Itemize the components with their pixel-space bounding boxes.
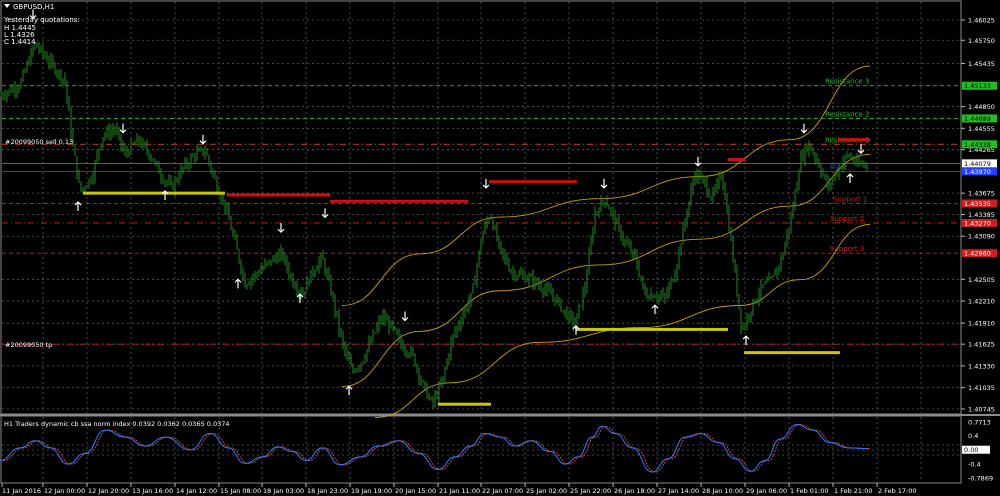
oscillator: 0.7713 0.4 0.00 -0.4 -0.7869: [0, 419, 993, 483]
level-label-resistance_2: Resistance 2: [825, 110, 869, 118]
price-tick-label: 1.41035: [968, 384, 995, 392]
price-tick-label: 1.42505: [968, 276, 995, 284]
price-tick-label: 1.41625: [968, 341, 995, 349]
price-tick-label: 1.43675: [968, 190, 995, 198]
price-tick-label: 1.45750: [968, 37, 995, 45]
arrow-down-icon: [321, 208, 329, 219]
time-tick-label: 29 Jan 06:00: [746, 487, 787, 495]
zone-sell: [838, 138, 870, 142]
arrow-down-icon: [199, 134, 207, 145]
time-tick-label: 25 Jan 02:00: [526, 487, 567, 495]
arrow-down-icon: [119, 123, 127, 134]
time-tick-label: 27 Jan 14:00: [658, 487, 699, 495]
zone-sell: [227, 193, 330, 197]
arrow-up-icon: [846, 173, 854, 184]
arrow-down-icon: [401, 311, 409, 322]
tp-trade-label: #20099050 tp: [5, 341, 52, 349]
time-tick-label: 26 Jan 18:00: [614, 487, 655, 495]
osc-tick-label: 0.00: [964, 446, 978, 454]
osc-fast-line: [0, 424, 869, 473]
arrow-down-icon: [277, 223, 285, 233]
price-tag-label: 1.44689: [964, 115, 991, 123]
osc-tick-label: 0.7713: [968, 419, 991, 427]
price-tag-label: 1.45133: [964, 82, 991, 90]
zone-buy: [576, 327, 728, 331]
time-tick-label: 11 Jan 2016: [2, 487, 41, 495]
indicator-title: H1 Traders dynamic cb ssa norm index 0.0…: [4, 420, 230, 428]
time-tick-label: 14 Jan 12:00: [176, 487, 217, 495]
triangle-down-icon[interactable]: [4, 4, 10, 8]
quotes-heading: Yesterday quotations:: [3, 16, 80, 24]
time-tick-label: 22 Jan 07:00: [482, 487, 523, 495]
price-tag-label: 1.44079: [964, 160, 991, 168]
price-tag-label: 1.43535: [964, 200, 991, 208]
price-tag-label: 1.43970: [964, 168, 991, 176]
time-tick-label: 21 Jan 11:00: [439, 487, 480, 495]
time-tick-label: 18 Jan 03:00: [263, 487, 304, 495]
time-tick-label: 18 Jan 23:00: [307, 487, 348, 495]
zone-sell: [330, 199, 468, 203]
price-tag-label: 1.44338: [964, 141, 991, 149]
zone-sell: [489, 180, 577, 184]
price-tick-label: 1.41910: [968, 320, 995, 328]
time-tick-label: 28 Jan 10:00: [702, 487, 743, 495]
arrow-up-icon: [234, 278, 242, 289]
zone-sell: [728, 158, 746, 162]
price-tag-label: 1.43270: [964, 219, 991, 227]
price-tag-label: 1.42860: [964, 250, 991, 258]
time-tick-label: 1 Feb 21:00: [834, 487, 873, 495]
arrow-down-icon: [600, 178, 608, 189]
osc-tick-label: -0.7869: [968, 475, 993, 483]
time-tick-label: 25 Jan 22:00: [570, 487, 611, 495]
price-chart[interactable]: 1.460251.457501.454351.448501.445551.442…: [0, 0, 1000, 496]
price-tick-label: 1.45435: [968, 60, 995, 68]
zone-buy: [438, 402, 491, 406]
symbol-title: GBPUSD,H1: [13, 3, 54, 11]
price-tick-label: 1.44850: [968, 103, 995, 111]
time-tick-label: 13 Jan 16:00: [132, 487, 173, 495]
time-tick-label: 2 Feb 17:00: [878, 487, 917, 495]
time-tick-label: 15 Jan 08:00: [220, 487, 261, 495]
price-axis: 1.460251.457501.454351.448501.445551.442…: [961, 17, 995, 414]
chart-window: 1.46025 1.45750 1.45435 1.44850 1.44555 1.442…: [0, 0, 1000, 496]
arrow-up-icon: [74, 201, 82, 212]
arrow-up-icon: [296, 293, 304, 304]
arrow-up-icon: [161, 190, 169, 200]
osc-tick-label: 0.4: [968, 432, 978, 440]
osc-tick-label: -0.4: [968, 461, 981, 469]
time-axis: 11 Jan 2016 12 Jan 00:00 12 Jan 20:00 13 Ja…: [1, 483, 917, 495]
price-tick-label: 1.41330: [968, 362, 995, 370]
price-tick-label: 1.40745: [968, 406, 995, 414]
sell-trade-label: #20099050 sell 0.13: [5, 138, 73, 146]
time-tick-label: 19 Jan 19:00: [351, 487, 392, 495]
price-tick-label: 1.42210: [968, 298, 995, 306]
quote-close: C 1.4414: [4, 38, 36, 46]
zone-buy: [83, 191, 225, 195]
arrow-down-icon: [482, 178, 490, 189]
time-tick-label: 12 Jan 20:00: [88, 487, 129, 495]
time-tick-label: 12 Jan 00:00: [44, 487, 85, 495]
arrow-down-icon: [694, 156, 702, 167]
osc-slow-line: [2, 424, 872, 473]
zone-buy: [744, 351, 840, 355]
arrow-down-icon: [857, 144, 865, 155]
level-label-resistance_3: Resistance 3: [825, 78, 869, 86]
arrow-down-icon: [800, 123, 808, 134]
price-tick-label: 1.43385: [968, 211, 995, 219]
price-tick-label: 1.43090: [968, 233, 995, 241]
price-tick-label: 1.44555: [968, 125, 995, 133]
price-tick-label: 1.46025: [968, 17, 995, 25]
level-label-support_2: Support 2: [830, 215, 864, 223]
time-tick-label: 20 Jan 15:00: [395, 487, 436, 495]
arrow-up-icon: [345, 385, 353, 396]
time-tick-label: 1 Feb 01:00: [790, 487, 829, 495]
level-label-support_1: Support 1: [833, 195, 867, 203]
